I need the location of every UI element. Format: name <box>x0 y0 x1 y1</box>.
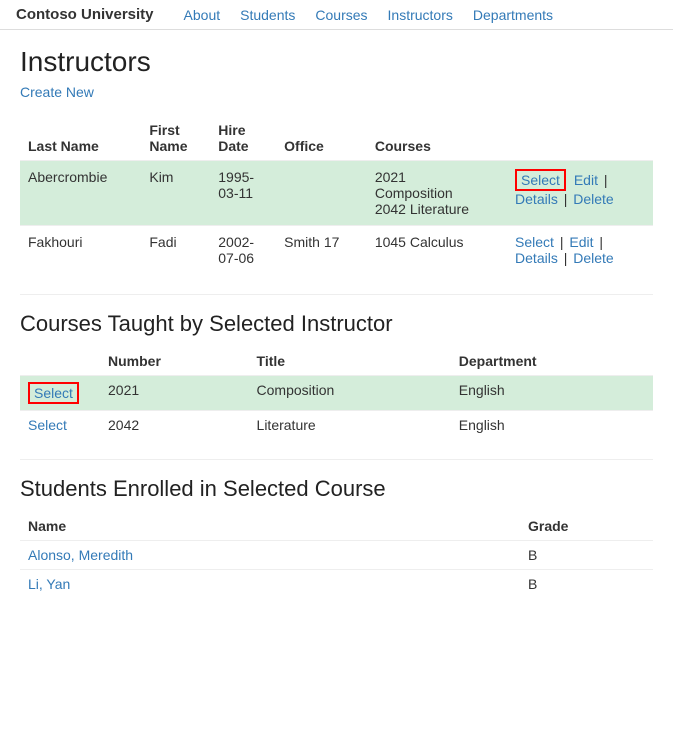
courses-section-title: Courses Taught by Selected Instructor <box>20 294 653 337</box>
instructor-first-name: Fadi <box>141 226 210 275</box>
students-section-title: Students Enrolled in Selected Course <box>20 459 653 502</box>
course-department: English <box>451 411 653 440</box>
col-hire-date: HireDate <box>210 116 276 161</box>
instructor-hire-date: 2002-07-06 <box>210 226 276 275</box>
details-link-fakhouri[interactable]: Details <box>515 250 558 266</box>
instructor-courses: 2021Composition2042 Literature <box>367 161 507 226</box>
instructor-actions: Select Edit | Details | Delete <box>507 161 653 226</box>
col-office: Office <box>276 116 367 161</box>
course-select-cell: Select <box>20 411 100 440</box>
instructors-table: Last Name FirstName HireDate Office Cour… <box>20 116 653 274</box>
instructor-row-fakhouri: Fakhouri Fadi 2002-07-06 Smith 17 1045 C… <box>20 226 653 275</box>
col-course-department: Department <box>451 347 653 376</box>
student-name: Alonso, Meredith <box>20 541 520 570</box>
edit-link-abercrombie[interactable]: Edit <box>574 172 598 188</box>
details-link-abercrombie[interactable]: Details <box>515 191 558 207</box>
instructor-last-name: Abercrombie <box>20 161 141 226</box>
main-content: Instructors Create New Last Name FirstNa… <box>0 30 673 614</box>
col-student-name: Name <box>20 512 520 541</box>
course-select-cell: Select <box>20 376 100 411</box>
instructor-office <box>276 161 367 226</box>
course-row-2021: Select 2021 Composition English <box>20 376 653 411</box>
instructor-actions: Select | Edit | Details | Delete <box>507 226 653 275</box>
delete-link-fakhouri[interactable]: Delete <box>573 250 613 266</box>
col-first-name: FirstName <box>141 116 210 161</box>
student-name-link-li[interactable]: Li, Yan <box>28 576 70 592</box>
course-title: Composition <box>249 376 451 411</box>
col-course-number: Number <box>100 347 249 376</box>
nav-students[interactable]: Students <box>240 7 295 23</box>
course-department: English <box>451 376 653 411</box>
nav-about[interactable]: About <box>184 7 221 23</box>
col-actions <box>507 116 653 161</box>
student-name-link-alonso[interactable]: Alonso, Meredith <box>28 547 133 563</box>
instructor-office: Smith 17 <box>276 226 367 275</box>
col-course-title: Title <box>249 347 451 376</box>
select-link-fakhouri[interactable]: Select <box>515 234 554 250</box>
students-table: Name Grade Alonso, Meredith B Li, Yan B <box>20 512 653 598</box>
col-course-select <box>20 347 100 376</box>
delete-link-abercrombie[interactable]: Delete <box>573 191 613 207</box>
page-title: Instructors <box>20 46 653 78</box>
course-number: 2042 <box>100 411 249 440</box>
student-row-alonso: Alonso, Meredith B <box>20 541 653 570</box>
course-row-2042: Select 2042 Literature English <box>20 411 653 440</box>
student-row-li: Li, Yan B <box>20 570 653 599</box>
student-grade: B <box>520 570 653 599</box>
course-number: 2021 <box>100 376 249 411</box>
instructor-first-name: Kim <box>141 161 210 226</box>
edit-link-fakhouri[interactable]: Edit <box>569 234 593 250</box>
instructor-last-name: Fakhouri <box>20 226 141 275</box>
student-grade: B <box>520 541 653 570</box>
col-last-name: Last Name <box>20 116 141 161</box>
nav-departments[interactable]: Departments <box>473 7 553 23</box>
instructor-courses: 1045 Calculus <box>367 226 507 275</box>
navbar: Contoso University About Students Course… <box>0 0 673 30</box>
select-button-abercrombie[interactable]: Select <box>515 169 566 191</box>
navbar-brand: Contoso University <box>16 6 154 23</box>
create-new-link[interactable]: Create New <box>20 84 94 100</box>
instructor-hire-date: 1995-03-11 <box>210 161 276 226</box>
nav-instructors[interactable]: Instructors <box>388 7 453 23</box>
course-title: Literature <box>249 411 451 440</box>
nav-courses[interactable]: Courses <box>315 7 367 23</box>
select-button-course-2021[interactable]: Select <box>28 382 79 404</box>
courses-table: Number Title Department Select 2021 Comp… <box>20 347 653 439</box>
student-name: Li, Yan <box>20 570 520 599</box>
col-student-grade: Grade <box>520 512 653 541</box>
col-courses: Courses <box>367 116 507 161</box>
instructor-row-abercrombie: Abercrombie Kim 1995-03-11 2021Compositi… <box>20 161 653 226</box>
select-link-course-2042[interactable]: Select <box>28 417 67 433</box>
